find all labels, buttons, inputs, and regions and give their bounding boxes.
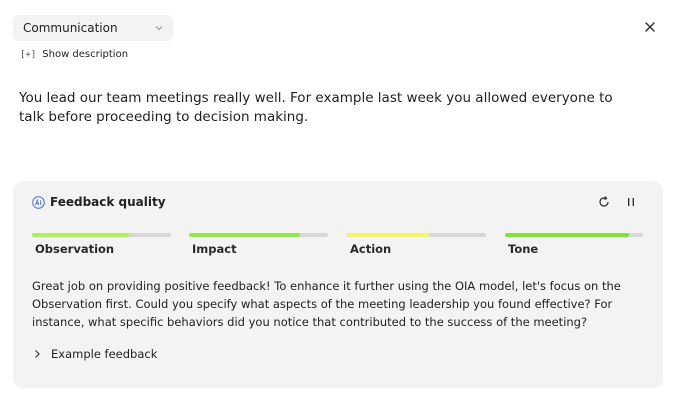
feedback-quality-panel: Feedback quality Observation Impact Acti… [13,181,663,388]
expand-marker: [+] [20,49,37,60]
meter-action: Action [347,233,486,256]
meter-track [32,233,171,237]
meter-fill [347,233,431,237]
show-description-toggle[interactable]: [+] Show description [20,49,128,60]
quality-meters: Observation Impact Action Tone [32,233,643,257]
category-dropdown-value: Communication [23,21,118,35]
panel-title: Feedback quality [50,195,166,209]
meter-label: Observation [35,242,115,256]
feedback-message[interactable]: You lead our team meetings really well. … [19,89,629,127]
meter-track [505,233,643,237]
example-feedback-label: Example feedback [51,347,158,361]
example-feedback-toggle[interactable]: Example feedback [32,347,157,361]
meter-track [189,233,328,237]
meter-observation: Observation [32,233,171,256]
pause-icon[interactable] [624,195,638,209]
meter-fill [189,233,301,237]
ai-icon [32,195,45,209]
panel-header: Feedback quality [32,195,166,209]
category-dropdown[interactable]: Communication [13,15,173,41]
show-description-label: Show description [42,49,129,60]
close-icon[interactable] [641,18,659,36]
chevron-right-icon [35,350,40,358]
chevron-down-icon [155,26,163,31]
meter-label: Impact [192,242,237,256]
meter-tone: Tone [505,233,643,256]
meter-label: Action [350,242,392,256]
meter-label: Tone [508,242,539,256]
feedback-advice: Great job on providing positive feedback… [32,279,621,329]
refresh-icon[interactable] [597,195,611,209]
meter-track [347,233,486,237]
meter-fill [32,233,130,237]
meter-fill [505,233,630,237]
meter-impact: Impact [189,233,328,256]
